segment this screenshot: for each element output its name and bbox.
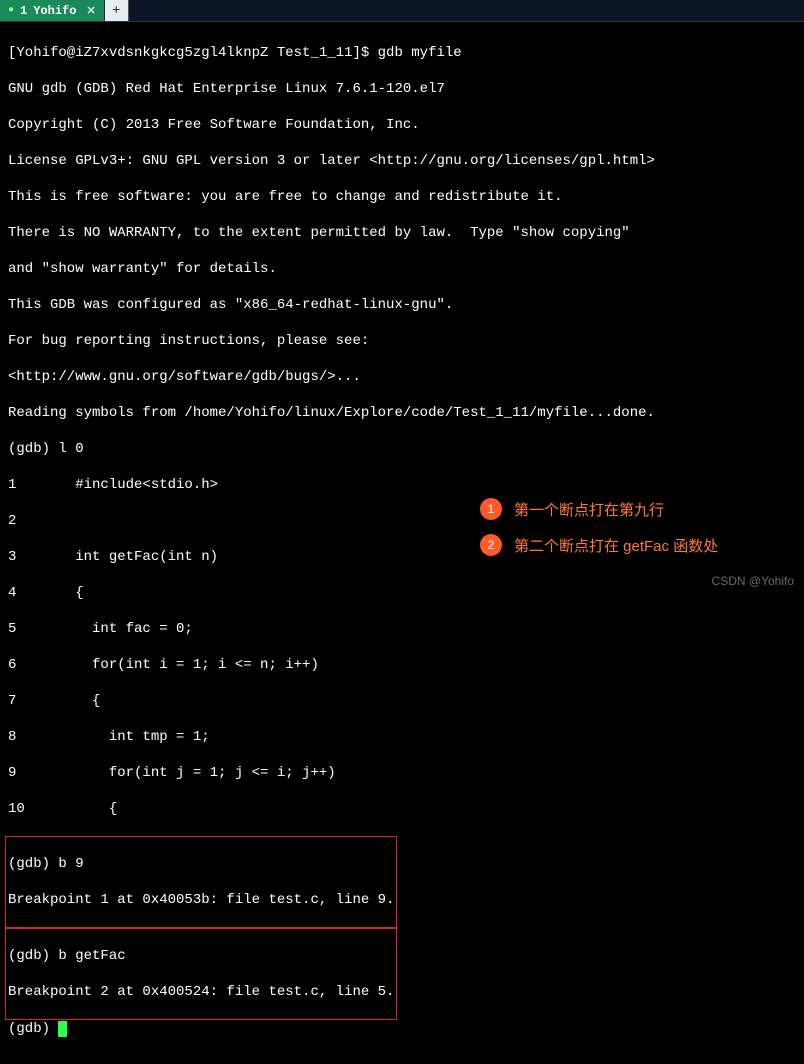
- gdb-banner-line: For bug reporting instructions, please s…: [8, 332, 796, 350]
- annotation-text: 第二个断点打在 getFac 函数处: [514, 535, 718, 556]
- gdb-banner-line: GNU gdb (GDB) Red Hat Enterprise Linux 7…: [8, 80, 796, 98]
- close-icon[interactable]: ✕: [86, 4, 95, 18]
- annotation-2: 2 第二个断点打在 getFac 函数处: [480, 534, 718, 556]
- source-line: 4 {: [8, 584, 796, 602]
- annotation-badge: 1: [480, 498, 502, 520]
- gdb-command: (gdb) l 0: [8, 440, 796, 458]
- source-line: 1 #include<stdio.h>: [8, 476, 796, 494]
- source-line: 7 {: [8, 692, 796, 710]
- source-line: 8 int tmp = 1;: [8, 728, 796, 746]
- tab-label: Yohifo: [33, 4, 76, 18]
- tab-status-dot: ●: [8, 5, 14, 16]
- highlight-box-2: (gdb) b getFac Breakpoint 2 at 0x400524:…: [5, 928, 397, 1020]
- highlight-box-1: (gdb) b 9 Breakpoint 1 at 0x40053b: file…: [5, 836, 397, 928]
- titlebar: ● 1 Yohifo ✕ +: [0, 0, 804, 22]
- tab-yohifo[interactable]: ● 1 Yohifo ✕: [0, 0, 105, 21]
- gdb-banner-line: This GDB was configured as "x86_64-redha…: [8, 296, 796, 314]
- source-line: 5 int fac = 0;: [8, 620, 796, 638]
- gdb-command: (gdb) b 9: [8, 855, 394, 873]
- new-tab-button[interactable]: +: [105, 0, 129, 21]
- annotation-text: 第一个断点打在第九行: [514, 499, 664, 520]
- gdb-banner-line: Copyright (C) 2013 Free Software Foundat…: [8, 116, 796, 134]
- gdb-command: (gdb) b getFac: [8, 947, 394, 965]
- gdb-banner-line: <http://www.gnu.org/software/gdb/bugs/>.…: [8, 368, 796, 386]
- gdb-banner-line: License GPLv3+: GNU GPL version 3 or lat…: [8, 152, 796, 170]
- gdb-prompt: (gdb): [8, 1020, 796, 1038]
- plus-icon: +: [112, 3, 120, 19]
- gdb-prompt-text: (gdb): [8, 1021, 58, 1037]
- gdb-output: Breakpoint 1 at 0x40053b: file test.c, l…: [8, 891, 394, 909]
- gdb-banner-line: and "show warranty" for details.: [8, 260, 796, 278]
- cursor-icon: [58, 1021, 67, 1037]
- annotation-badge: 2: [480, 534, 502, 556]
- gdb-banner-line: There is NO WARRANTY, to the extent perm…: [8, 224, 796, 242]
- shell-prompt-line: [Yohifo@iZ7xvdsnkgkcg5zgl4lknpZ Test_1_1…: [8, 44, 796, 62]
- gdb-output: Breakpoint 2 at 0x400524: file test.c, l…: [8, 983, 394, 1001]
- source-line: 10 {: [8, 800, 796, 818]
- gdb-banner-line: This is free software: you are free to c…: [8, 188, 796, 206]
- source-line: 6 for(int i = 1; i <= n; i++): [8, 656, 796, 674]
- gdb-banner-line: Reading symbols from /home/Yohifo/linux/…: [8, 404, 796, 422]
- tab-index: 1: [20, 4, 27, 18]
- watermark: CSDN @Yohifo: [712, 574, 794, 588]
- annotation-1: 1 第一个断点打在第九行: [480, 498, 664, 520]
- source-line: 2: [8, 512, 796, 530]
- source-line: 9 for(int j = 1; j <= i; j++): [8, 764, 796, 782]
